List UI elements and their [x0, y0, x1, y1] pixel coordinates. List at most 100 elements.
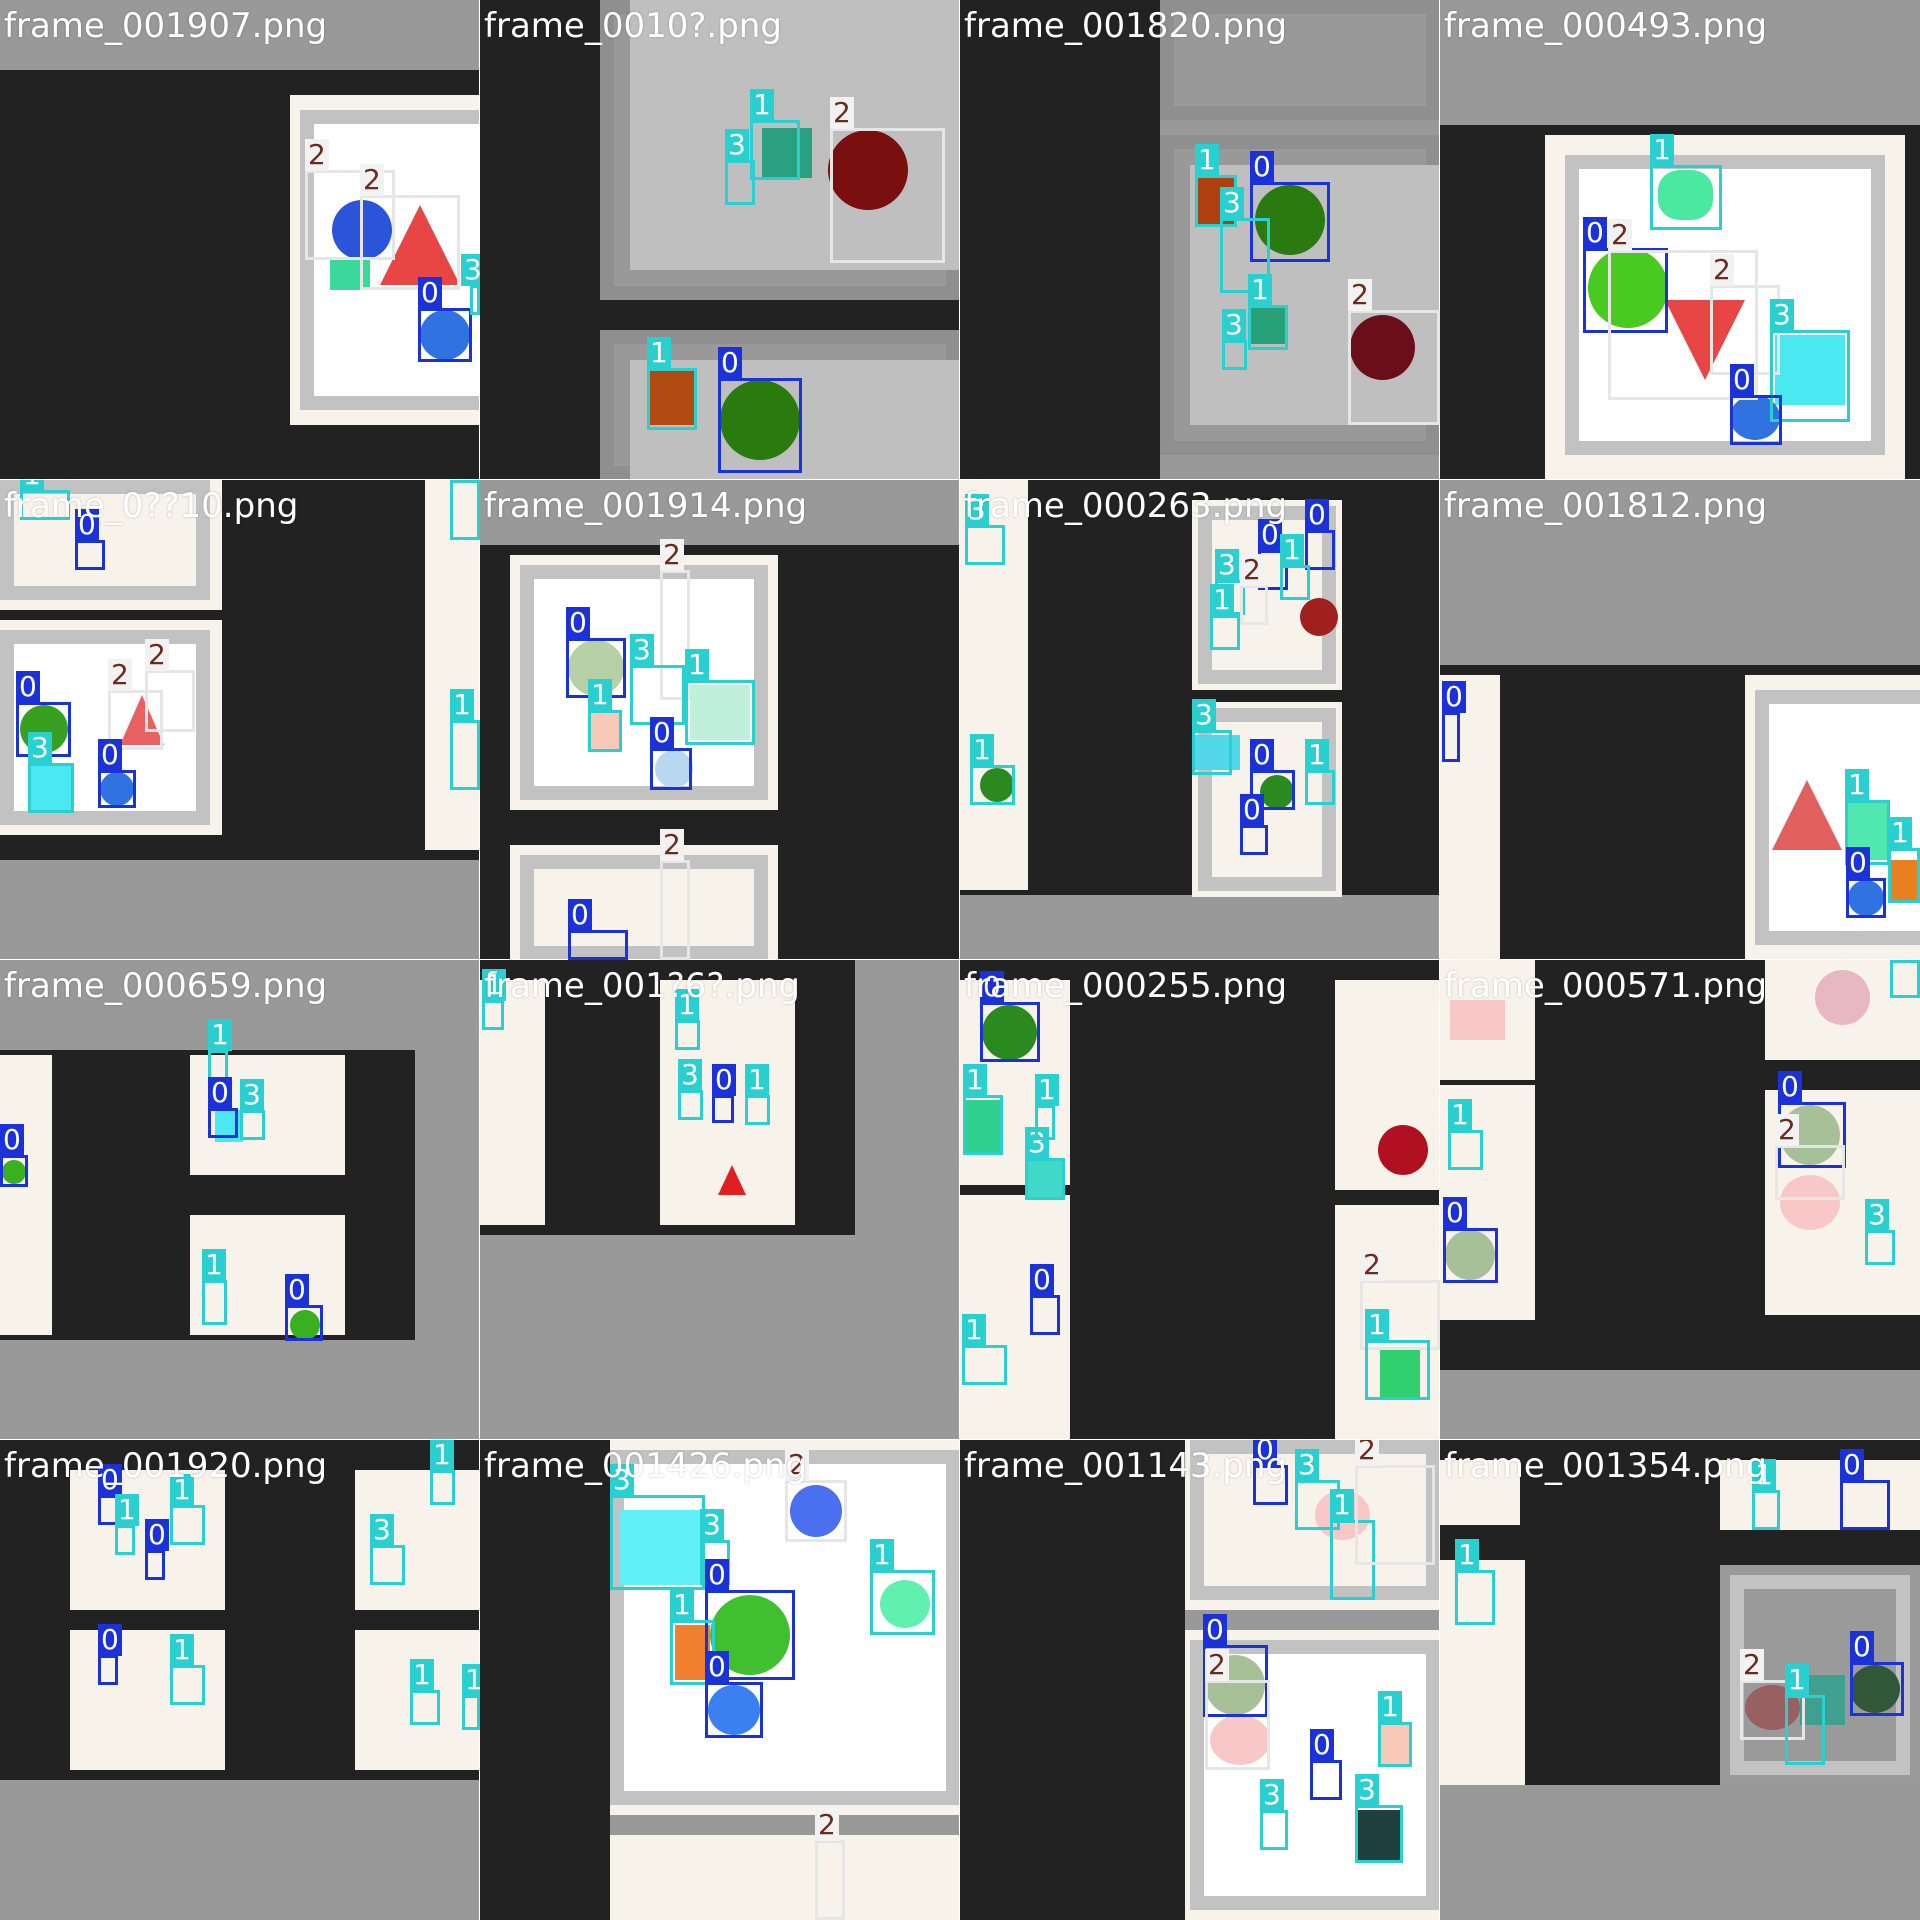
- tile-frame-0016: 1 3 0 1 1 frame_001?6?.png: [479, 959, 961, 1441]
- detection-box: 1: [450, 689, 480, 790]
- detection-box: 1: [1210, 584, 1240, 650]
- tile-frame-001143: 0 2 1 0 3 3 0 3 1 2 frame_001143.png: [959, 1439, 1441, 1920]
- detection-box: 0: [1443, 1197, 1498, 1283]
- tile-frame-001426: 3 2 3 1 0 1 0 2 frame_001426.png: [479, 1439, 961, 1920]
- detection-box: 1: [1280, 534, 1310, 600]
- frame-filename: frame_001812.png: [1444, 486, 1768, 526]
- frame-filename: frame_0010?.png: [484, 6, 782, 46]
- detection-box: 2: [1205, 1649, 1270, 1770]
- detection-box: 1: [170, 1634, 205, 1705]
- detection-box: 3: [1222, 309, 1247, 370]
- detection-box: 1: [870, 1539, 935, 1635]
- detection-box: 1: [1455, 1539, 1495, 1625]
- detection-box: 3: [461, 254, 480, 315]
- detection-box: 1: [745, 1064, 770, 1125]
- detection-box: 0: [718, 347, 802, 473]
- detection-box: 3: [1865, 1199, 1895, 1265]
- detection-box: 3: [1192, 699, 1232, 775]
- detection-box: 1: [685, 649, 755, 745]
- detection-box: 1: [1365, 1309, 1430, 1400]
- detection-box: 2: [830, 97, 945, 263]
- detection-box: 1: [462, 1664, 480, 1730]
- tile-frame-001812: 1 1 0 0 frame_001812.png: [1439, 479, 1920, 961]
- detection-box: 2: [660, 829, 690, 960]
- detection-box: 2: [1240, 554, 1268, 625]
- detection-box: 1: [1035, 1074, 1059, 1140]
- tile-frame-001920: 0 1 1 0 0 1 1 3 1 1 frame_001920.png: [0, 1439, 481, 1920]
- detection-box: 1: [970, 734, 1015, 805]
- detection-box: 2: [1355, 1440, 1435, 1565]
- frame-filename: frame_001914.png: [484, 486, 808, 526]
- plate: [0, 1055, 52, 1335]
- frame-filename: frame_001354.png: [1444, 1446, 1768, 1486]
- tile-frame-0010: 0 2 2 3 0 1 0 1 1 frame_0??10.png: [0, 479, 481, 961]
- detection-box: 0: [98, 1624, 122, 1685]
- detection-box: 1: [1248, 274, 1288, 350]
- detection-box: 1: [115, 1494, 139, 1555]
- background-area: [960, 0, 1160, 480]
- detection-box: 1: [963, 1064, 1003, 1155]
- detection-box: 1: [1888, 817, 1920, 903]
- detection-box: 2: [815, 1809, 845, 1920]
- frame-filename: frame_000493.png: [1444, 6, 1768, 46]
- detection-box: 0: [1030, 1264, 1060, 1335]
- frame-filename: frame_000255.png: [964, 966, 1288, 1006]
- detection-box: 1: [1650, 134, 1722, 230]
- detection-box: 1: [1378, 1691, 1412, 1767]
- detection-box: 3: [678, 1059, 703, 1120]
- detection-box: 1: [1448, 1099, 1483, 1170]
- detection-box: 0: [285, 1274, 323, 1341]
- detection-box: 0: [208, 1077, 238, 1138]
- sphere-object: [1378, 1125, 1428, 1175]
- sphere-object: [1300, 598, 1338, 636]
- detection-box: 1: [450, 480, 480, 540]
- detection-box: 3: [28, 732, 74, 813]
- detection-box: 0: [0, 1124, 28, 1187]
- detection-box: 1: [410, 1659, 440, 1725]
- cone-object: [1772, 780, 1842, 850]
- detection-box: 0: [980, 971, 1040, 1062]
- detection-box: 3: [1770, 299, 1850, 422]
- detection-box: 1: [675, 989, 700, 1050]
- detection-box: 3: [1025, 1127, 1065, 1200]
- detection-box: 2: [1775, 1114, 1845, 1200]
- detection-box: 0: [98, 739, 136, 808]
- detection-box: 2: [360, 164, 460, 290]
- frame-filename: frame_001426.png: [484, 1446, 808, 1486]
- detection-box: 1: [430, 1440, 455, 1505]
- detection-box: 2: [145, 639, 195, 732]
- frame-filename: frame_001820.png: [964, 6, 1288, 46]
- detection-box: 0: [1310, 1729, 1342, 1800]
- plate: [610, 1835, 960, 1920]
- detection-box: 0: [418, 277, 472, 362]
- detection-box: 1: [1890, 960, 1920, 998]
- tile-frame-0010: 2 1 3 1 0 frame_0010?.png: [479, 0, 961, 481]
- detection-box: 1: [647, 337, 697, 430]
- detection-box: 1: [962, 1314, 1007, 1385]
- detection-box: 3: [1355, 1774, 1403, 1863]
- background-area: [960, 1440, 1185, 1920]
- detection-box: 0: [75, 509, 105, 570]
- tile-frame-000571: 0 2 0 1 3 1 frame_000571.png: [1439, 959, 1920, 1441]
- background-area: [480, 1440, 610, 1920]
- detection-box: 0: [1850, 1631, 1904, 1716]
- detection-box: 1: [588, 679, 622, 752]
- detection-box: 0: [568, 899, 628, 960]
- frame-filename: frame_0??10.png: [4, 486, 299, 526]
- detection-box: 0: [1840, 1449, 1890, 1530]
- tile-frame-001914: 2 0 3 1 1 0 0 2 frame_001914.png: [479, 479, 961, 961]
- tile-frame-001907: 2 2 0 3 frame_001907.png: [0, 0, 481, 481]
- detection-box: 0: [705, 1651, 763, 1738]
- detection-box: 1: [202, 1249, 227, 1325]
- detection-box: 1: [170, 1474, 205, 1545]
- frame-filename: frame_000263.png: [964, 486, 1288, 526]
- detection-box: 1: [1752, 1459, 1780, 1530]
- detection-box: 2: [1348, 279, 1440, 425]
- detection-box: 0: [712, 1064, 736, 1123]
- detection-box: 3: [370, 1514, 405, 1585]
- detection-box: 1: [1305, 739, 1335, 805]
- cylinder-object: [1450, 1000, 1505, 1040]
- frame-filename: frame_000571.png: [1444, 966, 1768, 1006]
- tile-frame-001820: 2 0 1 3 1 3 frame_001820.png: [959, 0, 1441, 481]
- detection-box: 2: [785, 1449, 847, 1542]
